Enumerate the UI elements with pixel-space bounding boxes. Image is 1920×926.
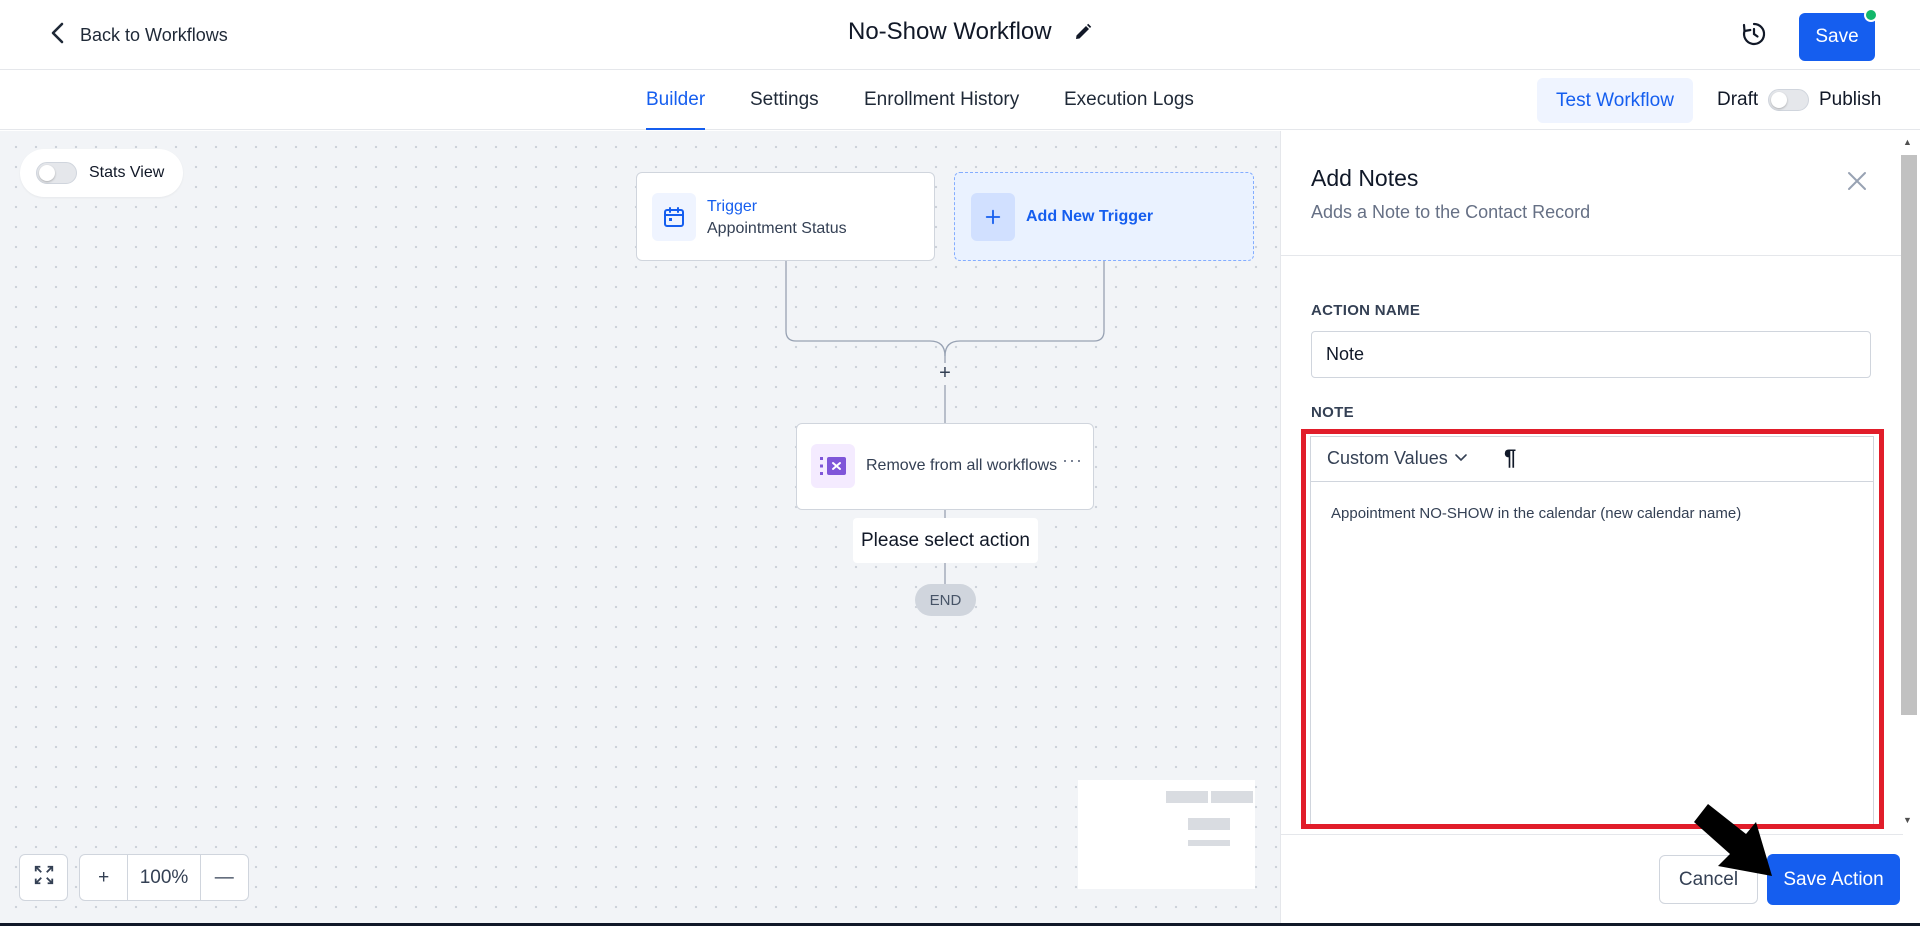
remove-workflow-icon: [811, 444, 855, 488]
test-workflow-button[interactable]: Test Workflow: [1537, 78, 1693, 123]
tab-execution-logs[interactable]: Execution Logs: [1064, 70, 1194, 130]
top-bar: Back to Workflows No-Show Workflow Save: [0, 0, 1920, 70]
tab-enrollment-history[interactable]: Enrollment History: [864, 70, 1019, 130]
tab-settings[interactable]: Settings: [750, 70, 819, 130]
minimap-node: [1211, 791, 1253, 803]
action-name-label: ACTION NAME: [1311, 302, 1421, 319]
footer-divider: [1281, 834, 1903, 835]
add-step-button[interactable]: +: [935, 363, 955, 383]
tab-bar: Builder Settings Enrollment History Exec…: [0, 70, 1920, 130]
close-icon[interactable]: [1843, 167, 1871, 195]
add-new-trigger-label: Add New Trigger: [1026, 208, 1154, 225]
action-label: Remove from all workflows: [866, 457, 1058, 474]
note-label: NOTE: [1311, 404, 1354, 421]
trigger-card[interactable]: Trigger Appointment Status: [636, 172, 935, 261]
fit-to-screen-button[interactable]: [19, 854, 68, 901]
highlight-box: [1301, 429, 1884, 829]
zoom-out-button[interactable]: —: [201, 855, 248, 900]
calendar-icon: [652, 193, 696, 241]
minimap-node: [1188, 818, 1230, 830]
add-notes-panel: Add Notes Adds a Note to the Contact Rec…: [1280, 131, 1920, 926]
plus-icon: [971, 193, 1015, 241]
trigger-title: Trigger: [707, 198, 758, 215]
panel-title: Add Notes: [1311, 165, 1419, 191]
workflow-canvas[interactable]: Stats View Trigger Appointment Status Ad…: [0, 131, 1280, 926]
scroll-down-arrow-icon[interactable]: ▼: [1903, 815, 1912, 825]
workflow-title-group: No-Show Workflow: [848, 18, 1092, 46]
zoom-controls: + 100% —: [79, 854, 249, 901]
pointer-arrow-icon: [1694, 804, 1772, 876]
scrollbar-thumb[interactable]: [1901, 155, 1917, 715]
chevron-left-icon: [48, 21, 68, 50]
add-new-trigger-card[interactable]: Add New Trigger: [954, 172, 1254, 261]
expand-icon: [33, 864, 55, 891]
trigger-subtitle: Appointment Status: [707, 220, 847, 237]
draft-label: Draft: [1717, 89, 1759, 110]
unsaved-status-dot: [1864, 8, 1878, 22]
minimap[interactable]: [1078, 780, 1255, 889]
back-label: Back to Workflows: [80, 24, 228, 45]
more-options-icon[interactable]: ···: [1062, 450, 1083, 471]
panel-subtitle: Adds a Note to the Contact Record: [1311, 202, 1591, 222]
select-action-tooltip[interactable]: Please select action: [853, 518, 1038, 563]
tab-builder[interactable]: Builder: [646, 70, 706, 130]
save-button[interactable]: Save: [1799, 13, 1875, 61]
minimap-node: [1166, 791, 1208, 803]
scroll-up-arrow-icon[interactable]: ▲: [1903, 137, 1912, 147]
pencil-icon[interactable]: [1074, 23, 1092, 41]
publish-toggle[interactable]: [1768, 89, 1809, 111]
page-title: No-Show Workflow: [848, 18, 1052, 45]
back-to-workflows-link[interactable]: Back to Workflows: [48, 20, 228, 50]
publish-label: Publish: [1819, 89, 1882, 110]
action-name-input[interactable]: [1311, 331, 1871, 378]
panel-divider: [1281, 255, 1903, 256]
end-node: END: [915, 584, 976, 616]
zoom-level: 100%: [127, 855, 201, 900]
action-card-remove-from-workflows[interactable]: Remove from all workflows ···: [796, 423, 1094, 510]
zoom-in-button[interactable]: +: [80, 855, 127, 900]
history-icon[interactable]: [1741, 21, 1767, 47]
minimap-node: [1188, 840, 1230, 846]
